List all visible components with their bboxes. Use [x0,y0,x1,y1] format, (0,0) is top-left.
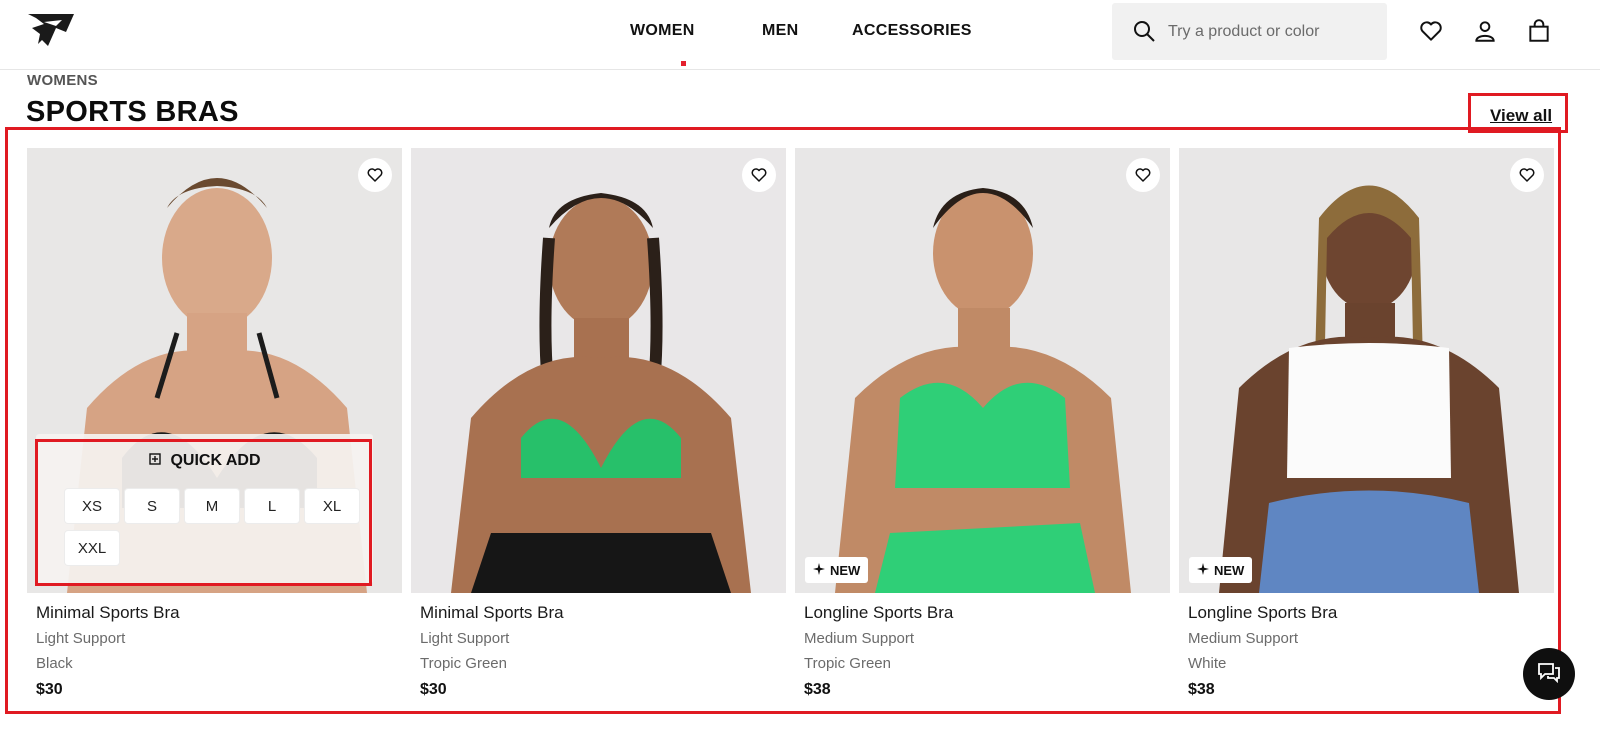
logo-icon[interactable] [26,10,78,50]
product-price: $38 [1188,681,1215,698]
product-name[interactable]: Minimal Sports Bra [420,603,786,623]
search-bar[interactable] [1112,3,1387,60]
product-name[interactable]: Longline Sports Bra [1188,603,1554,623]
product-price: $38 [804,681,831,698]
wishlist-heart-icon[interactable] [358,158,392,192]
account-icon[interactable] [1472,18,1498,44]
product-support: Light Support [420,630,510,647]
product-photo-green-bra [411,148,786,593]
product-color: White [1188,655,1227,672]
product-card[interactable]: NEW Longline Sports Bra Medium Support T… [795,148,1170,699]
search-icon[interactable] [1132,19,1156,43]
sparkle-icon [1197,562,1209,578]
nav-women[interactable]: WOMEN [630,22,695,40]
view-all-link[interactable]: View all [1490,106,1552,126]
product-image[interactable] [411,148,786,593]
wishlist-heart-icon[interactable] [1126,158,1160,192]
product-support: Medium Support [1188,630,1299,647]
product-support: Light Support [36,630,126,647]
product-price: $30 [420,681,447,698]
product-card[interactable]: QUICK ADD XS S M L XL XXL Minimal Sports… [27,148,402,699]
product-name[interactable]: Longline Sports Bra [804,603,1170,623]
page-title: SPORTS BRAS [26,96,239,128]
wishlist-heart-icon[interactable] [1510,158,1544,192]
new-badge: NEW [805,557,869,583]
new-badge: NEW [1189,557,1253,583]
product-photo-white-longline [1179,148,1554,593]
product-support: Medium Support [804,630,915,647]
product-card[interactable]: Minimal Sports Bra Light Support Tropic … [411,148,786,699]
product-image[interactable]: NEW [1179,148,1554,593]
product-color: Tropic Green [420,655,507,672]
nav-accessories[interactable]: ACCESSORIES [852,22,972,40]
product-color: Tropic Green [804,655,891,672]
nav-men[interactable]: MEN [762,22,798,40]
chat-button[interactable] [1523,648,1575,700]
site-header: WOMEN MEN ACCESSORIES [0,0,1600,70]
bag-icon[interactable] [1526,18,1552,44]
quick-add-highlight [35,439,372,586]
search-input[interactable] [1168,19,1368,45]
product-image[interactable]: NEW [795,148,1170,593]
product-card[interactable]: NEW Longline Sports Bra Medium Support W… [1179,148,1554,699]
breadcrumb[interactable]: WOMENS [27,72,98,89]
active-nav-indicator [681,61,686,66]
product-name[interactable]: Minimal Sports Bra [36,603,402,623]
product-price: $30 [36,681,63,698]
chat-icon [1537,661,1561,688]
product-photo-green-longline [795,148,1170,593]
product-color: Black [36,655,73,672]
heart-icon[interactable] [1418,18,1444,44]
wishlist-heart-icon[interactable] [742,158,776,192]
sparkle-icon [813,562,825,578]
